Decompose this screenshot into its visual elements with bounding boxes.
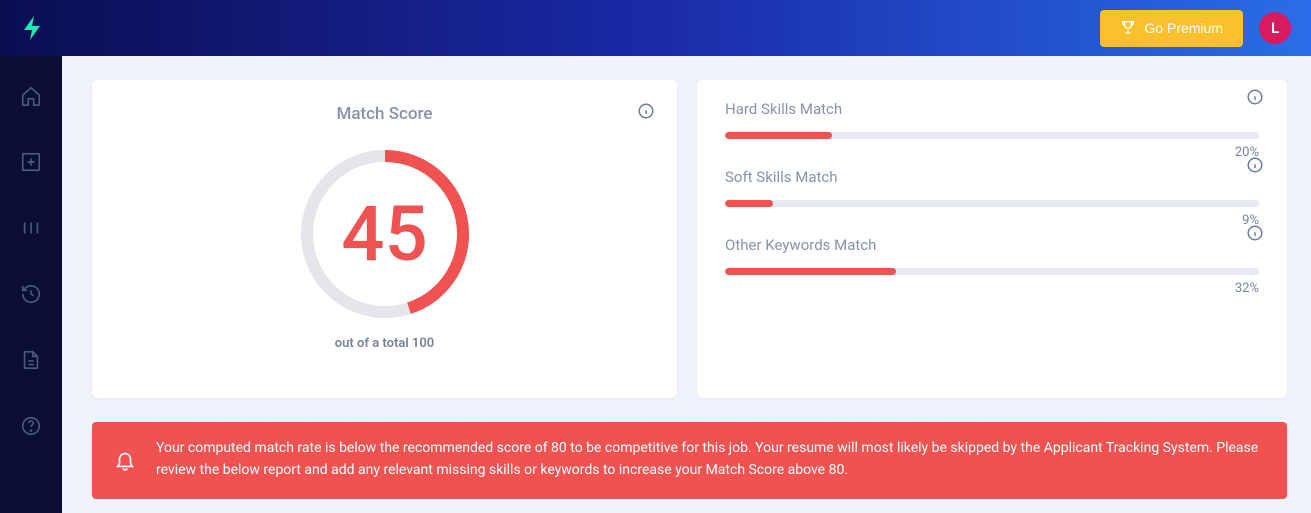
match-score-info-icon[interactable] [637, 102, 655, 120]
main-content: Match Score 45 out of a total 100 [62, 56, 1311, 513]
other-keywords-label: Other Keywords Match [725, 236, 1259, 254]
hard-skills-bar [725, 132, 1259, 139]
sidebar-item-help[interactable] [19, 414, 43, 438]
help-icon [20, 415, 42, 437]
sidebar-item-columns[interactable] [19, 216, 43, 240]
soft-skills-bar [725, 200, 1259, 207]
hard-skills-pct: 20% [725, 145, 1259, 160]
hard-skills-label: Hard Skills Match [725, 100, 1259, 118]
soft-skills-pct: 9% [725, 213, 1259, 228]
sidebar-item-home[interactable] [19, 84, 43, 108]
columns-icon [20, 217, 42, 239]
warning-text: Your computed match rate is below the re… [156, 438, 1265, 481]
sidebar-item-add[interactable] [19, 150, 43, 174]
home-icon [20, 85, 42, 107]
app-header: Go Premium L [0, 0, 1311, 56]
metric-other-keywords: Other Keywords Match 32% [725, 236, 1259, 296]
plus-square-icon [20, 151, 42, 173]
match-score-card: Match Score 45 out of a total 100 [92, 80, 677, 398]
warning-banner: Your computed match rate is below the re… [92, 422, 1287, 499]
match-score-value: 45 [341, 196, 427, 272]
other-keywords-info-icon[interactable] [1246, 224, 1264, 242]
history-icon [20, 283, 42, 305]
user-avatar[interactable]: L [1259, 12, 1291, 44]
metric-hard-skills: Hard Skills Match 20% [725, 100, 1259, 160]
soft-skills-label: Soft Skills Match [725, 168, 1259, 186]
sidebar [0, 56, 62, 513]
match-score-subtitle: out of a total 100 [335, 336, 434, 351]
app-logo[interactable] [20, 14, 44, 42]
sidebar-item-document[interactable] [19, 348, 43, 372]
other-keywords-bar [725, 268, 1259, 275]
other-keywords-pct: 32% [725, 281, 1259, 296]
metric-soft-skills: Soft Skills Match 9% [725, 168, 1259, 228]
document-icon [20, 349, 42, 371]
go-premium-label: Go Premium [1144, 20, 1223, 36]
trophy-icon [1120, 19, 1136, 38]
go-premium-button[interactable]: Go Premium [1100, 10, 1243, 47]
soft-skills-info-icon[interactable] [1246, 156, 1264, 174]
match-score-title: Match Score [120, 104, 649, 124]
bell-icon [114, 448, 136, 472]
avatar-initial: L [1271, 19, 1279, 37]
skills-metrics-card: Hard Skills Match 20% Soft Skills Match … [697, 80, 1287, 398]
match-score-ring: 45 [297, 146, 473, 322]
hard-skills-info-icon[interactable] [1246, 88, 1264, 106]
sidebar-item-history[interactable] [19, 282, 43, 306]
